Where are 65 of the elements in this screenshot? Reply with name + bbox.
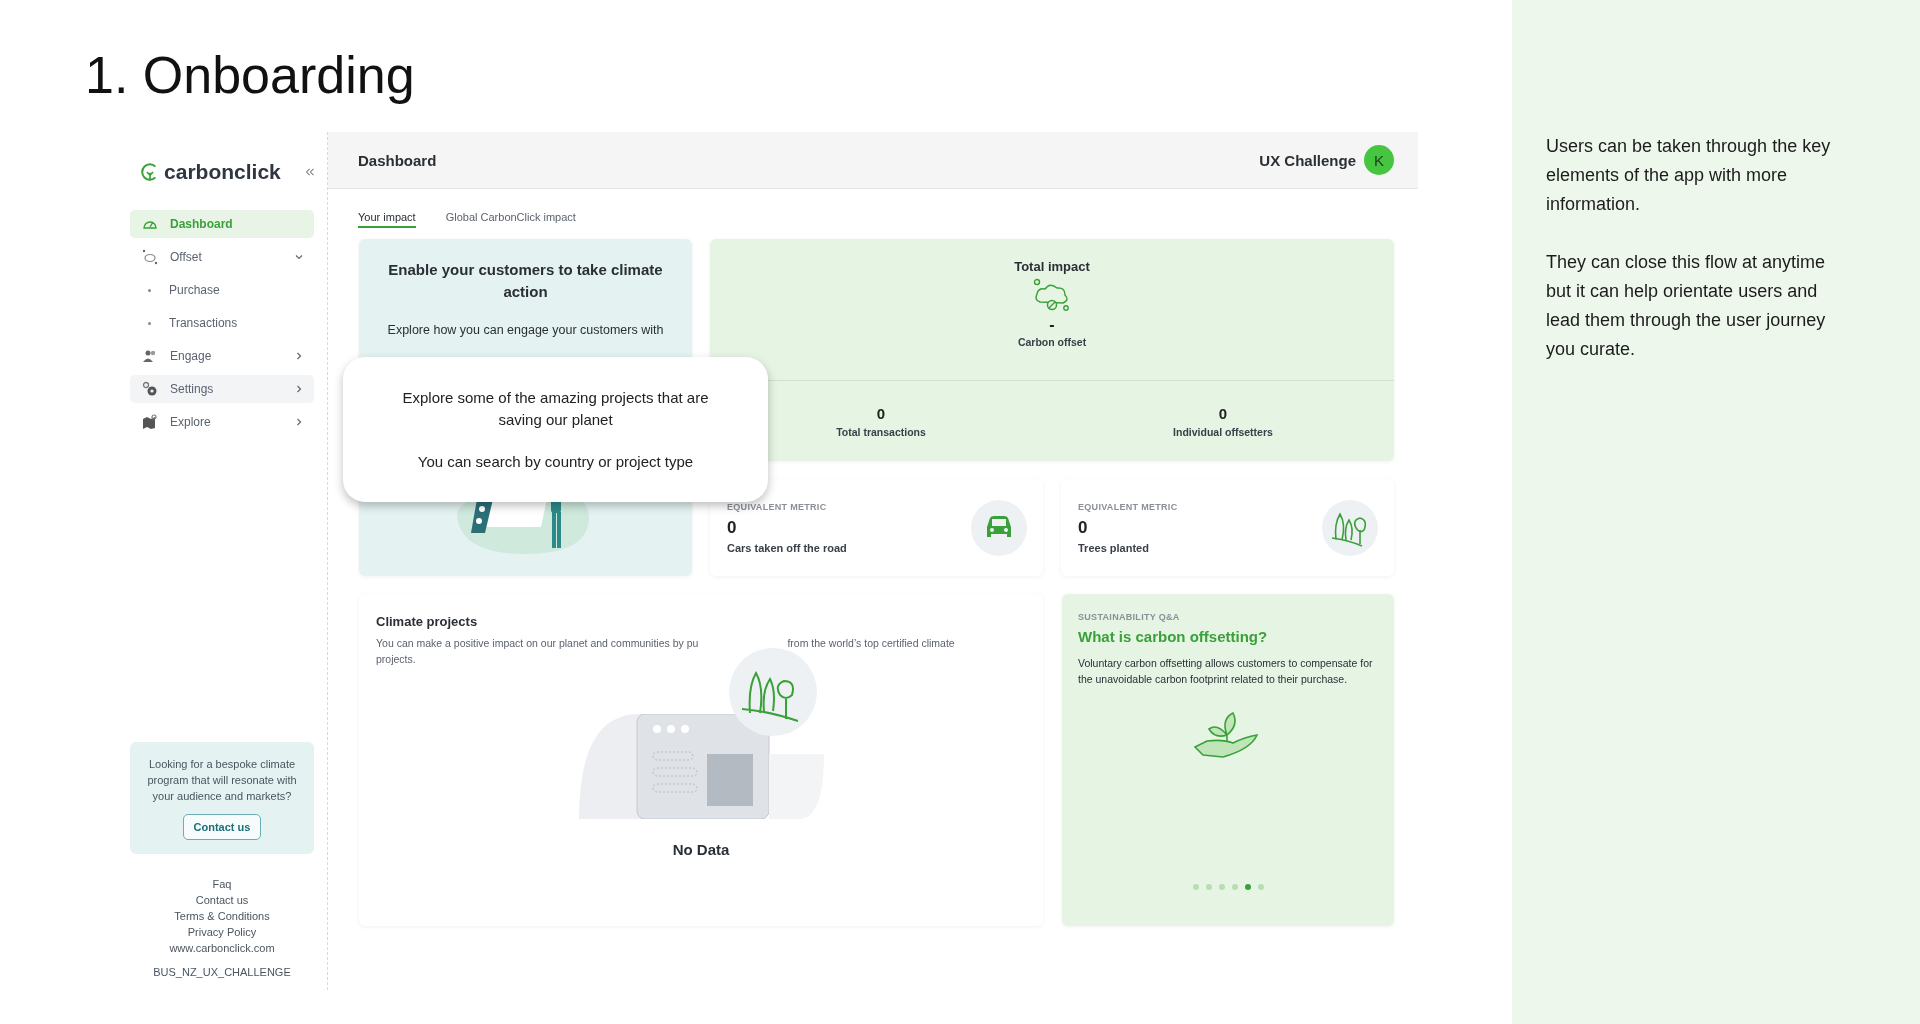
- metric-label: Cars taken off the road: [727, 541, 847, 554]
- logo-wordmark[interactable]: carbonclick: [164, 160, 281, 185]
- qa-question: What is carbon offsetting?: [1078, 628, 1269, 646]
- tab[interactable]: Global CarbonClick impact: [445, 211, 576, 229]
- card-title: Climate projects: [376, 614, 479, 630]
- metric-eyebrow: EQUIVALENT METRIC: [1078, 501, 1178, 512]
- cloud-icon: [142, 249, 158, 266]
- qa-eyebrow: SUSTAINABILITY Q&A: [1078, 612, 1181, 623]
- note-text: They can close this flow at anytime but it can help orientate users and lead them through the user journey you curate.: [1546, 251, 1827, 361]
- nav-subitem[interactable]: Transactions: [130, 309, 238, 338]
- contact-button[interactable]: Contact us: [182, 814, 262, 841]
- stat-label: Carbon offset: [1017, 336, 1087, 349]
- page-title: 1. Onboarding: [85, 45, 415, 106]
- empty-state-text: No Data: [672, 841, 730, 859]
- nav-item[interactable]: Settings: [130, 375, 314, 404]
- stat-label: Total transactions: [836, 425, 926, 438]
- metric-value: 0: [727, 517, 738, 538]
- people-icon: [142, 348, 158, 365]
- carousel-dot[interactable]: [1218, 884, 1225, 891]
- trees-icon: [1322, 499, 1378, 556]
- settings-icon: [142, 381, 158, 398]
- chevron-icon: [294, 351, 304, 362]
- page-heading: Dashboard: [358, 151, 437, 169]
- user-name: UX Challenge: [1259, 151, 1356, 169]
- collapse-icon[interactable]: [304, 167, 314, 178]
- card-text: from the world’s top certified climate: [787, 636, 955, 652]
- carousel-dot[interactable]: [1244, 884, 1251, 891]
- card-text: projects.: [376, 652, 417, 668]
- nav-item[interactable]: Explore: [130, 408, 314, 437]
- chevron-icon: [294, 384, 304, 395]
- qa-answer: Voluntary carbon offsetting allows customers to compensate for the unavoidable carbon footprint related to their purchase.: [1078, 656, 1374, 688]
- car-icon: [971, 499, 1027, 556]
- footer-link[interactable]: Privacy Policy: [187, 924, 257, 941]
- carousel-dot[interactable]: [1257, 884, 1264, 891]
- carousel-dot[interactable]: [1205, 884, 1212, 891]
- chevron-icon: [294, 417, 304, 428]
- stat-value: 0: [876, 404, 886, 422]
- footer-link[interactable]: www.carbonclick.com: [169, 940, 275, 957]
- note-text: Users can be taken through the key elements of the app with more information.: [1546, 135, 1832, 216]
- carousel-dot[interactable]: [1192, 884, 1199, 891]
- account-code: BUS_NZ_UX_CHALLENGE: [153, 966, 291, 979]
- card-title: Enable your customers to take climate action: [387, 260, 664, 303]
- map-icon: [142, 414, 158, 431]
- stat-value: 0: [1218, 404, 1228, 422]
- carousel-dot[interactable]: [1231, 884, 1238, 891]
- promo-text: Looking for a bespoke climate program that will resonate with your audience and markets?: [146, 757, 298, 805]
- avatar[interactable]: K: [1364, 145, 1394, 176]
- tooltip-text: Explore some of the amazing projects that are saving our planet: [401, 388, 710, 431]
- tab[interactable]: Your impact: [358, 211, 416, 229]
- stat-label: Individual offsetters: [1173, 425, 1273, 438]
- metric-label: Trees planted: [1078, 541, 1150, 554]
- card-text: Explore how you can engage your customers with: [386, 323, 665, 338]
- card-title: Total impact: [1014, 259, 1090, 275]
- carbon-offset-value: -: [1049, 316, 1055, 335]
- metric-value: 0: [1078, 517, 1089, 538]
- nav-item[interactable]: Offset: [130, 243, 314, 272]
- metric-eyebrow: EQUIVALENT METRIC: [727, 501, 828, 512]
- footer-link[interactable]: Contact us: [195, 892, 249, 909]
- trees-icon: [728, 647, 818, 738]
- footer-link[interactable]: Faq: [212, 876, 232, 893]
- tooltip-text: You can search by country or project type: [416, 452, 695, 473]
- footer-link[interactable]: Terms & Conditions: [174, 908, 270, 925]
- nav-subitem[interactable]: Purchase: [130, 276, 220, 305]
- card-text: You can make a positive impact on our planet and communities by pu: [376, 636, 699, 652]
- nav-item[interactable]: Engage: [130, 342, 314, 371]
